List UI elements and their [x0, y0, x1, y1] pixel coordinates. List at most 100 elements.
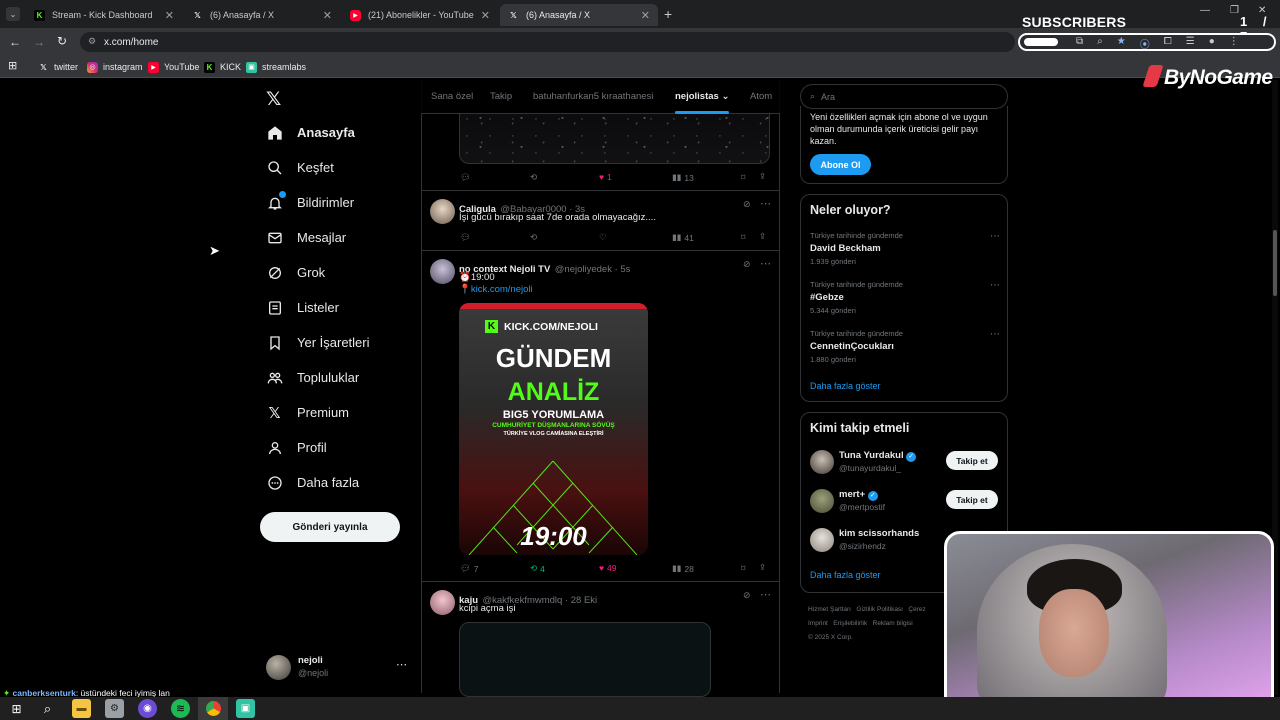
back-icon[interactable]: ← [9, 35, 21, 49]
tweet[interactable]: kaju @kakfkekfmwmdlq · 28 Eki ⊘ ⋯ kcipi … [421, 582, 780, 697]
windows-start-icon[interactable]: ⊞ [7, 699, 26, 718]
tab-search-icon[interactable]: ⌄ [6, 7, 20, 21]
avatar[interactable] [430, 199, 455, 224]
tweet-author-handle[interactable]: @nejoliyedek · 5s [555, 264, 631, 275]
x-logo-icon[interactable]: 𝕏 [266, 88, 281, 111]
follow-button[interactable]: Takip et [946, 490, 998, 509]
apps-grid-icon[interactable]: ⊞ [8, 59, 17, 72]
views-button[interactable]: ▮▮ 41 [672, 232, 694, 243]
star-icon[interactable]: ★ [1117, 36, 1126, 51]
discord-icon[interactable]: ◉ [138, 699, 157, 718]
site-info-icon[interactable]: ⚙ [88, 36, 96, 47]
bookmark-streamlabs[interactable]: ▣ streamlabs [246, 59, 306, 75]
tab-kick-dashboard[interactable]: K Stream - Kick Dashboard ✕ [26, 4, 182, 26]
minimize-icon[interactable]: — [1200, 5, 1210, 16]
views-button[interactable]: ▮▮ 13 [672, 172, 694, 183]
nav-grok[interactable]: Grok [266, 264, 325, 281]
repost-button[interactable]: ⟲ [530, 232, 537, 243]
more-icon[interactable]: ⋯ [760, 588, 771, 601]
nav-messages[interactable]: Mesajlar [266, 229, 346, 246]
page-scrollbar-thumb[interactable] [1273, 230, 1277, 296]
taskbar-search-icon[interactable]: ⌕ [38, 699, 57, 718]
more-icon[interactable]: ⋯ [990, 280, 1000, 291]
nav-notifications[interactable]: Bildirimler [266, 191, 354, 211]
tab-for-you[interactable]: Sana özel [431, 91, 473, 102]
avatar[interactable] [810, 528, 834, 552]
trend-item[interactable]: Türkiye tarihinde gündemde #Gebze 5.344 … [810, 280, 1000, 315]
reply-button[interactable]: 💬︎ [460, 232, 471, 243]
like-button[interactable]: ♡ [599, 232, 607, 243]
bookmark-button[interactable]: ⌑ [741, 172, 745, 183]
more-icon[interactable]: ⋯ [760, 197, 771, 210]
tab-list-atom[interactable]: Atom [750, 91, 772, 102]
tab-list-nejolistas[interactable]: nejolistas ⌄ [675, 91, 729, 102]
nav-more[interactable]: Daha fazla [266, 474, 359, 491]
nav-explore[interactable]: Keşfet [266, 159, 334, 176]
post-button[interactable]: Gönderi yayınla [260, 512, 400, 542]
footer-links-row-2[interactable]: Imprint Erişilebilirlik Reklam bilgisi [808, 617, 926, 631]
share-button[interactable]: ⇪ [759, 562, 766, 573]
nav-lists[interactable]: Listeler [266, 299, 339, 316]
address-bar[interactable]: ⚙ x.com/home [80, 32, 1015, 52]
share-button[interactable]: ⇪ [759, 171, 766, 182]
close-icon[interactable]: ✕ [481, 9, 490, 22]
tweet[interactable]: Caligula @Babayar0000 · 3s ⊘ ⋯ İşi gücü … [421, 191, 780, 250]
bookmark-button[interactable]: ⌑ [741, 232, 745, 243]
cast-icon[interactable]: ⧉ [1076, 36, 1083, 51]
nav-home[interactable]: Anasayfa [266, 124, 355, 141]
nav-bookmarks[interactable]: Yer İşaretleri [266, 334, 370, 351]
tweet-link[interactable]: kick.com/nejoli [471, 284, 533, 295]
bookmark-kick[interactable]: K KICK [204, 59, 241, 75]
tab-x-home-active[interactable]: 𝕏 (6) Anasayfa / X ✕ [500, 4, 658, 26]
bookmark-button[interactable]: ⌑ [741, 563, 745, 574]
app-icon[interactable]: ⚙ [105, 699, 124, 718]
tweet[interactable]: no context Nejoli TV @nejoliyedek · 5s ⊘… [421, 251, 780, 581]
menu-icon[interactable]: ⋮ [1229, 36, 1239, 51]
more-icon[interactable]: ⋯ [760, 257, 771, 270]
new-tab-icon[interactable]: + [664, 6, 672, 22]
grok-icon[interactable]: ⊘ [743, 199, 751, 210]
bookmark-twitter[interactable]: 𝕏 twitter [38, 59, 78, 75]
nav-premium[interactable]: 𝕏 Premium [266, 404, 349, 422]
tab-following[interactable]: Takip [490, 91, 512, 102]
maximize-icon[interactable]: ❐ [1230, 5, 1239, 16]
repost-button[interactable]: ⟲ [530, 172, 537, 183]
avatar[interactable] [430, 259, 455, 284]
reading-list-icon[interactable]: ☰ [1186, 36, 1195, 51]
close-icon[interactable]: ✕ [641, 9, 650, 22]
reload-icon[interactable]: ↻ [57, 34, 67, 48]
bookmark-instagram[interactable]: ◎ instagram [87, 59, 143, 75]
footer-links-row-1[interactable]: Hizmet Şartları Gizlilik Politikası Çere… [808, 603, 926, 617]
spotify-icon[interactable]: ≋ [171, 699, 190, 718]
more-icon[interactable]: ⋯ [990, 231, 1000, 242]
reply-button[interactable]: 💬︎ 7 [460, 563, 479, 574]
more-icon[interactable]: ⋯ [990, 329, 1000, 340]
close-icon[interactable]: ✕ [323, 9, 332, 22]
trends-show-more-link[interactable]: Daha fazla göster [810, 381, 881, 391]
tab-x-home-1[interactable]: 𝕏 (6) Anasayfa / X ✕ [184, 4, 340, 26]
forward-icon[interactable]: → [33, 35, 45, 49]
account-switcher[interactable]: nejoli @nejoli ⋯ [266, 653, 412, 683]
subscribe-button[interactable]: Abone Ol [810, 154, 871, 175]
tab-list-batuhanfurkan5[interactable]: batuhanfurkan5 kıraathanesi [533, 91, 653, 102]
follow-button[interactable]: Takip et [946, 451, 998, 470]
like-button[interactable]: ♥ 49 [599, 563, 617, 573]
reply-button[interactable]: 💬︎ [460, 172, 471, 183]
avatar[interactable] [810, 489, 834, 513]
grok-icon[interactable]: ⊘ [743, 259, 751, 270]
avatar[interactable] [430, 590, 455, 615]
tweet-media-image[interactable]: K KICK.COM/NEJOLI GÜNDEM ANALİZ BIG5 YOR… [459, 303, 648, 555]
repost-button[interactable]: ⟲ 4 [530, 563, 545, 574]
chrome-taskbar-slot[interactable] [198, 697, 228, 720]
extension-icon[interactable]: ⦿ [1140, 36, 1150, 51]
streamlabs-icon[interactable]: ▣ [236, 699, 255, 718]
trend-item[interactable]: Türkiye tarihinde gündemde David Beckham… [810, 231, 1000, 266]
nav-communities[interactable]: Topluluklar [266, 369, 359, 386]
close-icon[interactable]: ✕ [165, 9, 174, 22]
views-button[interactable]: ▮▮ 28 [672, 563, 694, 574]
more-icon[interactable]: ⋯ [396, 658, 407, 671]
trend-item[interactable]: Türkiye tarihinde gündemde CennetinÇocuk… [810, 329, 1000, 364]
like-button[interactable]: ♥ 1 [599, 172, 612, 182]
zoom-icon[interactable]: ⌕ [1097, 36, 1103, 51]
url-text[interactable]: x.com/home [104, 37, 158, 48]
